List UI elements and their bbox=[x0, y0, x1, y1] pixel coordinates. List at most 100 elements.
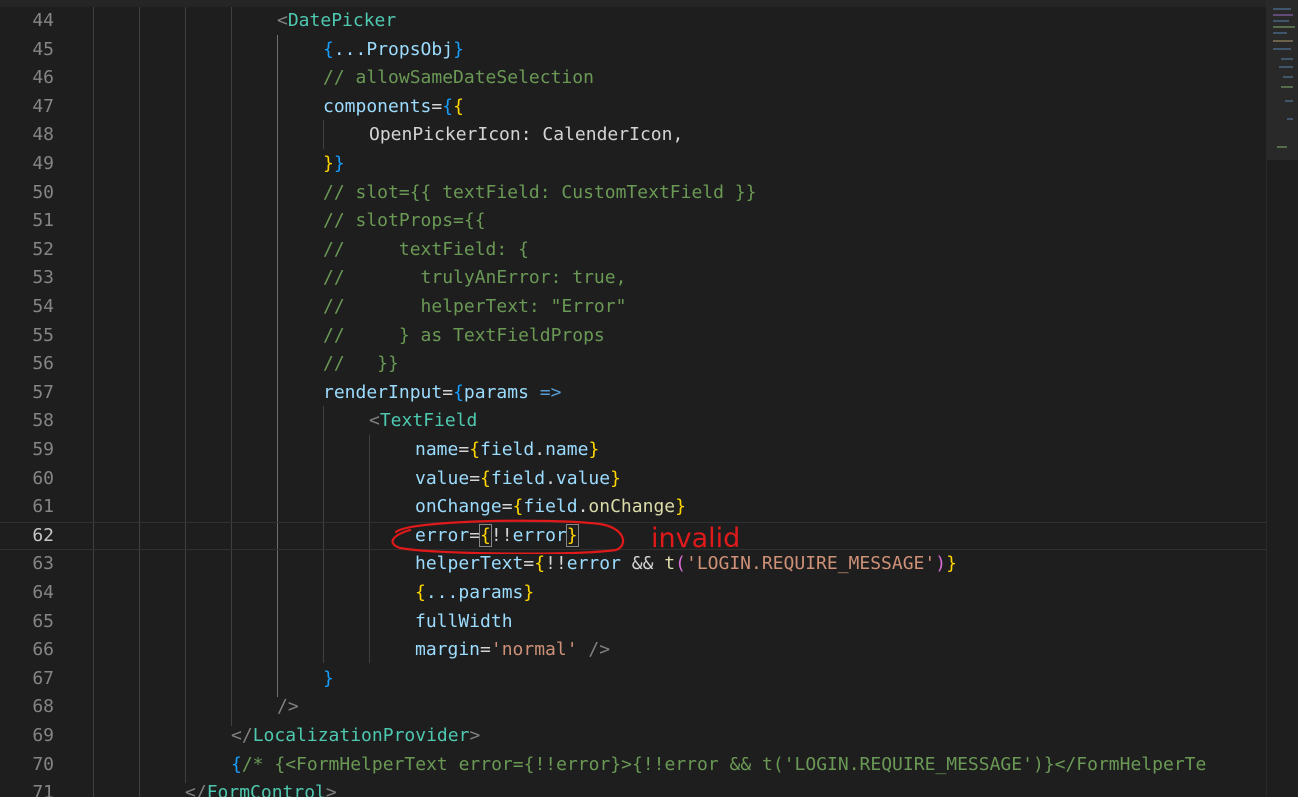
value: CalenderIcon bbox=[542, 124, 673, 146]
paren: ( bbox=[675, 553, 686, 575]
code-text: <TextField bbox=[369, 407, 477, 436]
code-line-70: 70 {/* {<FormHelperText error={!!error}>… bbox=[0, 751, 1266, 780]
component-name: FormControl bbox=[206, 782, 326, 797]
comment: // slotProps={{ bbox=[323, 210, 486, 232]
code-line-63: 63 helperText={!!error && t('LOGIN.REQUI… bbox=[0, 550, 1266, 579]
code-text: renderInput={params => bbox=[323, 379, 561, 408]
minimap-line bbox=[1273, 48, 1291, 50]
line-number: 70 bbox=[32, 753, 54, 775]
code-text: OpenPickerIcon: CalenderIcon, bbox=[369, 121, 683, 150]
operator: = bbox=[458, 439, 470, 460]
minimap[interactable] bbox=[1266, 0, 1298, 797]
code-line-54: 54 // helperText: "Error" bbox=[0, 293, 1266, 322]
attribute: name bbox=[415, 439, 459, 460]
line-number: 50 bbox=[32, 181, 54, 203]
bracket: { bbox=[534, 553, 546, 575]
identifier: field bbox=[480, 439, 535, 460]
bracket: } bbox=[333, 153, 345, 174]
paren: ) bbox=[935, 553, 947, 575]
colon: : bbox=[520, 124, 543, 146]
bracket: { bbox=[480, 467, 491, 489]
operator: = bbox=[431, 95, 443, 117]
comment: // allowSameDateSelection bbox=[323, 67, 594, 89]
line-number: 65 bbox=[32, 610, 54, 632]
code-text: }} bbox=[323, 150, 345, 179]
string: 'LOGIN.REQUIRE_MESSAGE' bbox=[685, 553, 936, 575]
property: value bbox=[555, 467, 611, 489]
comment: // trulyAnError: true, bbox=[323, 267, 627, 289]
attribute: renderInput bbox=[323, 381, 443, 403]
line-number: 60 bbox=[32, 467, 54, 489]
comment: /* {<FormHelperText error={!!error}>{!!e… bbox=[241, 753, 1207, 775]
key: OpenPickerIcon bbox=[369, 124, 521, 146]
line-number: 46 bbox=[32, 67, 54, 89]
code-line-55: 55 // } as TextFieldProps bbox=[0, 322, 1266, 351]
minimap-line bbox=[1281, 86, 1293, 88]
attribute: value bbox=[415, 467, 470, 489]
spread-props: ...PropsObj bbox=[333, 38, 454, 60]
arrow: => bbox=[539, 381, 562, 403]
bracket: { bbox=[442, 95, 454, 117]
bracket: } bbox=[523, 582, 535, 603]
line-number: 48 bbox=[32, 124, 54, 146]
line-number: 59 bbox=[32, 439, 54, 460]
bracket: { bbox=[231, 753, 242, 775]
minimap-slider[interactable] bbox=[1267, 0, 1298, 160]
code-line-60: 60 value={field.value} bbox=[0, 465, 1266, 494]
bracket: } bbox=[323, 667, 334, 689]
minimap-line bbox=[1285, 100, 1293, 102]
comment: // helperText: "Error" bbox=[323, 296, 627, 317]
line-number: 53 bbox=[32, 267, 54, 289]
annotation-label: invalid bbox=[651, 523, 741, 554]
code-line-44: 44 <DatePicker bbox=[0, 7, 1266, 36]
bracket: } bbox=[610, 467, 621, 489]
code-text: margin='normal' /> bbox=[415, 636, 610, 665]
param: params bbox=[463, 381, 529, 403]
tag-close: /> bbox=[277, 696, 299, 718]
operator: = bbox=[442, 381, 454, 403]
minimap-line bbox=[1273, 14, 1293, 16]
code-line-47: 47 components={{ bbox=[0, 93, 1266, 122]
bracket: { bbox=[323, 38, 334, 60]
string: 'normal' bbox=[490, 639, 578, 661]
bracket: { bbox=[469, 439, 481, 460]
dot: . bbox=[577, 496, 589, 518]
annotation-circle bbox=[391, 519, 625, 554]
line-number: 58 bbox=[32, 410, 54, 432]
line-number: 64 bbox=[32, 582, 54, 603]
line-number: 61 bbox=[32, 496, 54, 518]
minimap-line bbox=[1273, 20, 1289, 22]
line-number: 47 bbox=[32, 95, 54, 117]
minimap-line bbox=[1283, 76, 1293, 78]
line-number: 49 bbox=[32, 153, 54, 174]
spread-params: ...params bbox=[425, 582, 524, 603]
code-line-56: 56 // }} bbox=[0, 350, 1266, 379]
identifier: field bbox=[523, 496, 578, 518]
code-text: value={field.value} bbox=[415, 465, 621, 494]
code-line-62-current[interactable]: 62 error={!!error} bbox=[0, 522, 1266, 551]
code-line-50: 50 // slot={{ textField: CustomTextField… bbox=[0, 179, 1266, 208]
identifier: field bbox=[490, 467, 546, 489]
attribute: onChange bbox=[415, 496, 502, 518]
function: t bbox=[664, 553, 676, 575]
tag-open: < bbox=[277, 10, 288, 31]
component-name: LocalizationProvider bbox=[252, 725, 470, 746]
code-line-69: 69 </LocalizationProvider> bbox=[0, 722, 1266, 751]
code-line-59: 59 name={field.name} bbox=[0, 436, 1266, 465]
code-line-65: 65 fullWidth bbox=[0, 608, 1266, 637]
code-text: </FormControl> bbox=[185, 779, 337, 797]
code-editor[interactable]: 44 <DatePicker 45 {...PropsObj} 46 // al… bbox=[0, 0, 1266, 797]
line-number: 51 bbox=[32, 210, 54, 232]
minimap-line bbox=[1273, 26, 1295, 28]
code-line-48: 48 OpenPickerIcon: CalenderIcon, bbox=[0, 121, 1266, 150]
property: onChange bbox=[588, 496, 676, 518]
dot: . bbox=[534, 439, 546, 460]
code-text: {...PropsObj} bbox=[323, 36, 464, 65]
component-name: DatePicker bbox=[287, 10, 397, 31]
comment: // textField: { bbox=[323, 238, 529, 260]
code-line-52: 52 // textField: { bbox=[0, 236, 1266, 265]
operator: = bbox=[469, 467, 481, 489]
line-number: 69 bbox=[32, 725, 54, 746]
line-number: 66 bbox=[32, 639, 54, 661]
attribute: fullWidth bbox=[415, 610, 513, 632]
